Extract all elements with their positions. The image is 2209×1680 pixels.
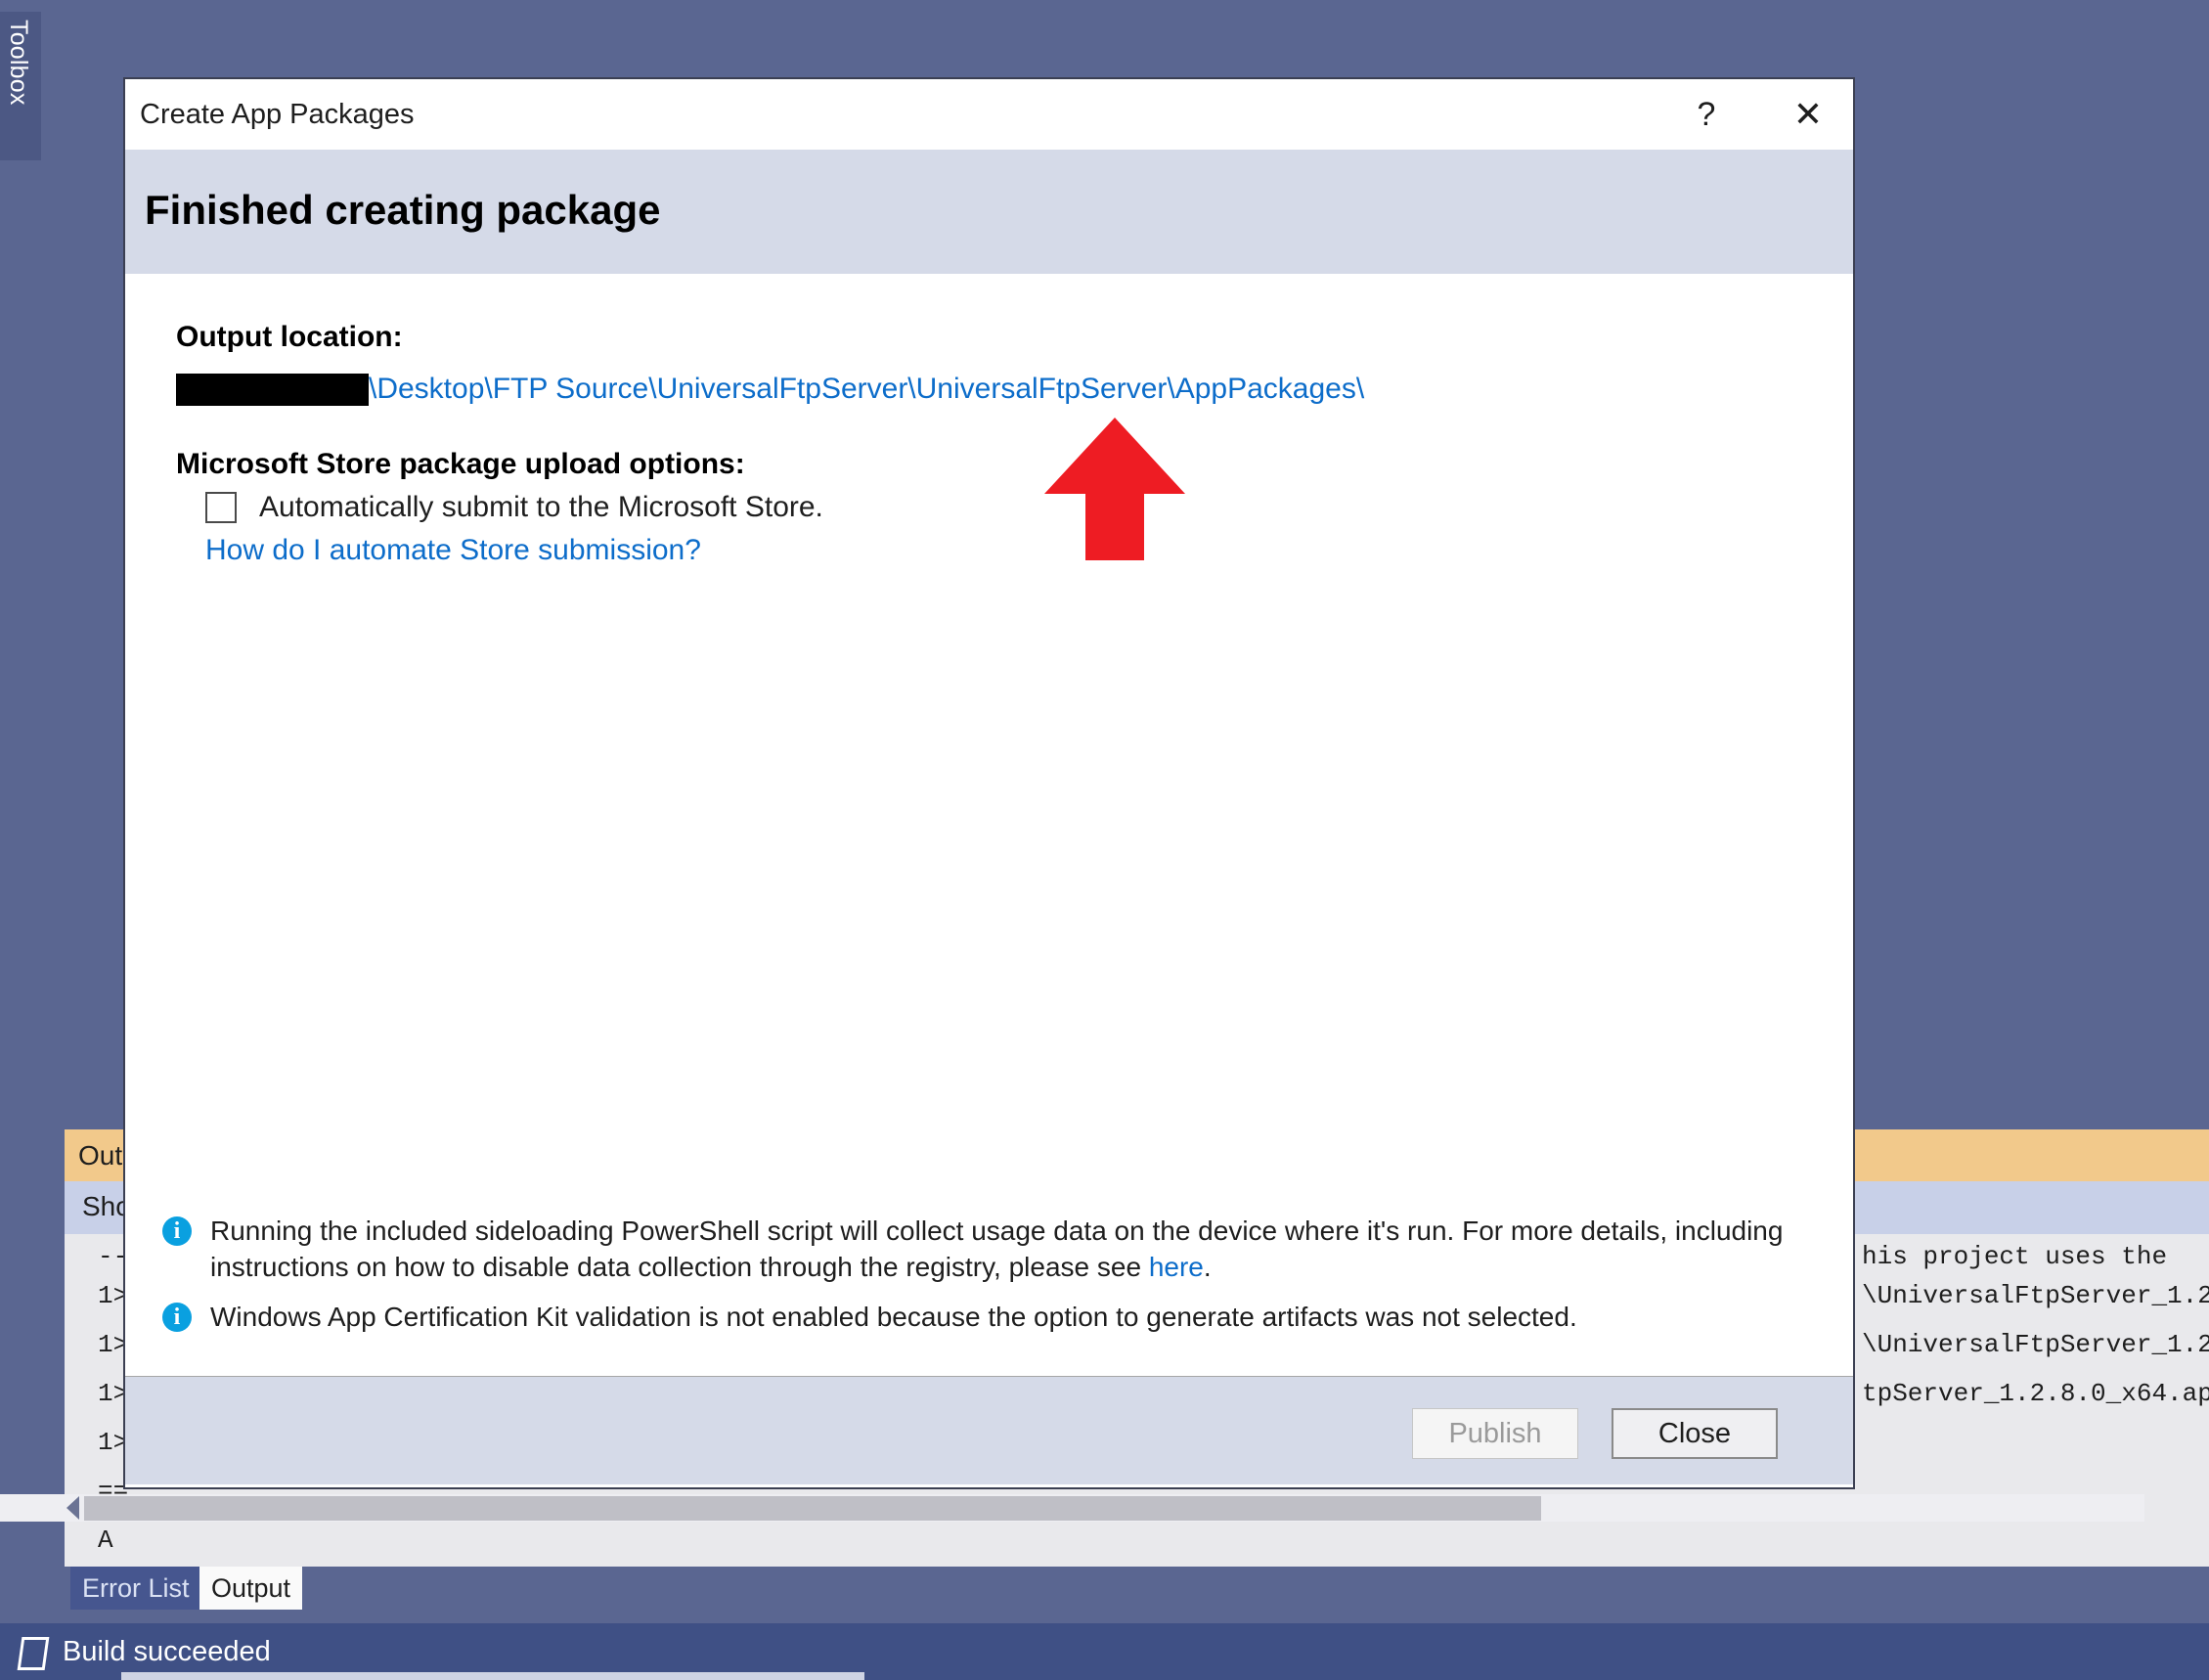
output-line: \UniversalFtpServer_1.2.	[1862, 1281, 2209, 1310]
output-location-row: \Desktop\FTP Source\UniversalFtpServer\U…	[176, 368, 1364, 411]
create-app-packages-dialog: Create App Packages ? ✕ Finished creatin…	[123, 77, 1855, 1489]
here-link[interactable]: here	[1149, 1252, 1204, 1282]
toolbox-label: Toolbox	[4, 20, 33, 176]
notice-item: i Windows App Certification Kit validati…	[162, 1299, 1805, 1335]
output-line: tpServer_1.2.8.0_x64.app	[1862, 1379, 2209, 1408]
notice-text: Running the included sideloading PowerSh…	[210, 1213, 1805, 1285]
dialog-title: Create App Packages	[140, 99, 415, 131]
info-icon: i	[162, 1216, 192, 1246]
dialog-titlebar: Create App Packages ? ✕	[125, 79, 1853, 150]
notice-item: i Running the included sideloading Power…	[162, 1213, 1805, 1285]
close-window-button[interactable]: ✕	[1769, 79, 1847, 150]
output-window-title: Out	[78, 1140, 122, 1172]
auto-submit-checkbox-row[interactable]: Automatically submit to the Microsoft St…	[205, 491, 823, 524]
auto-submit-checkbox[interactable]	[205, 492, 237, 523]
help-button[interactable]: ?	[1667, 79, 1745, 150]
notice-text-before: Running the included sideloading PowerSh…	[210, 1216, 1783, 1282]
bottom-dock-tabs: Error List Output	[0, 1567, 2209, 1610]
automate-store-submission-link[interactable]: How do I automate Store submission?	[205, 534, 701, 567]
notice-list: i Running the included sideloading Power…	[162, 1213, 1805, 1348]
scroll-left-arrow-icon[interactable]	[66, 1496, 79, 1520]
info-icon: i	[162, 1303, 192, 1332]
output-location-link[interactable]: \Desktop\FTP Source\UniversalFtpServer\U…	[369, 373, 1364, 406]
scrollbar-thumb[interactable]	[84, 1496, 1541, 1521]
notice-text: Windows App Certification Kit validation…	[210, 1299, 1577, 1335]
output-line: A	[98, 1525, 113, 1555]
output-line: \UniversalFtpServer_1.2.	[1862, 1330, 2209, 1359]
redacted-path-block	[176, 374, 369, 406]
page-title: Finished creating package	[145, 187, 661, 234]
sidebar-item-toolbox[interactable]: Toolbox	[0, 12, 41, 160]
output-location-label: Output location:	[176, 321, 403, 354]
publish-button[interactable]: Publish	[1412, 1408, 1578, 1459]
dialog-footer: Publish Close	[125, 1376, 1853, 1484]
tab-error-list[interactable]: Error List	[70, 1567, 201, 1610]
build-succeeded-icon	[18, 1637, 50, 1670]
store-options-label: Microsoft Store package upload options:	[176, 448, 745, 481]
notice-text-after: .	[1204, 1252, 1212, 1282]
status-text: Build succeeded	[63, 1633, 271, 1670]
close-button[interactable]: Close	[1612, 1408, 1778, 1459]
auto-submit-checkbox-label: Automatically submit to the Microsoft St…	[259, 491, 823, 524]
question-mark-icon: ?	[1698, 96, 1716, 133]
close-icon: ✕	[1793, 94, 1823, 134]
status-progress-bar	[121, 1672, 864, 1680]
output-line: his project uses the	[1862, 1242, 2183, 1271]
dialog-content: Output location: \Desktop\FTP Source\Uni…	[125, 274, 1853, 1376]
dialog-header-band: Finished creating package	[125, 150, 1853, 274]
tab-output[interactable]: Output	[199, 1567, 302, 1610]
